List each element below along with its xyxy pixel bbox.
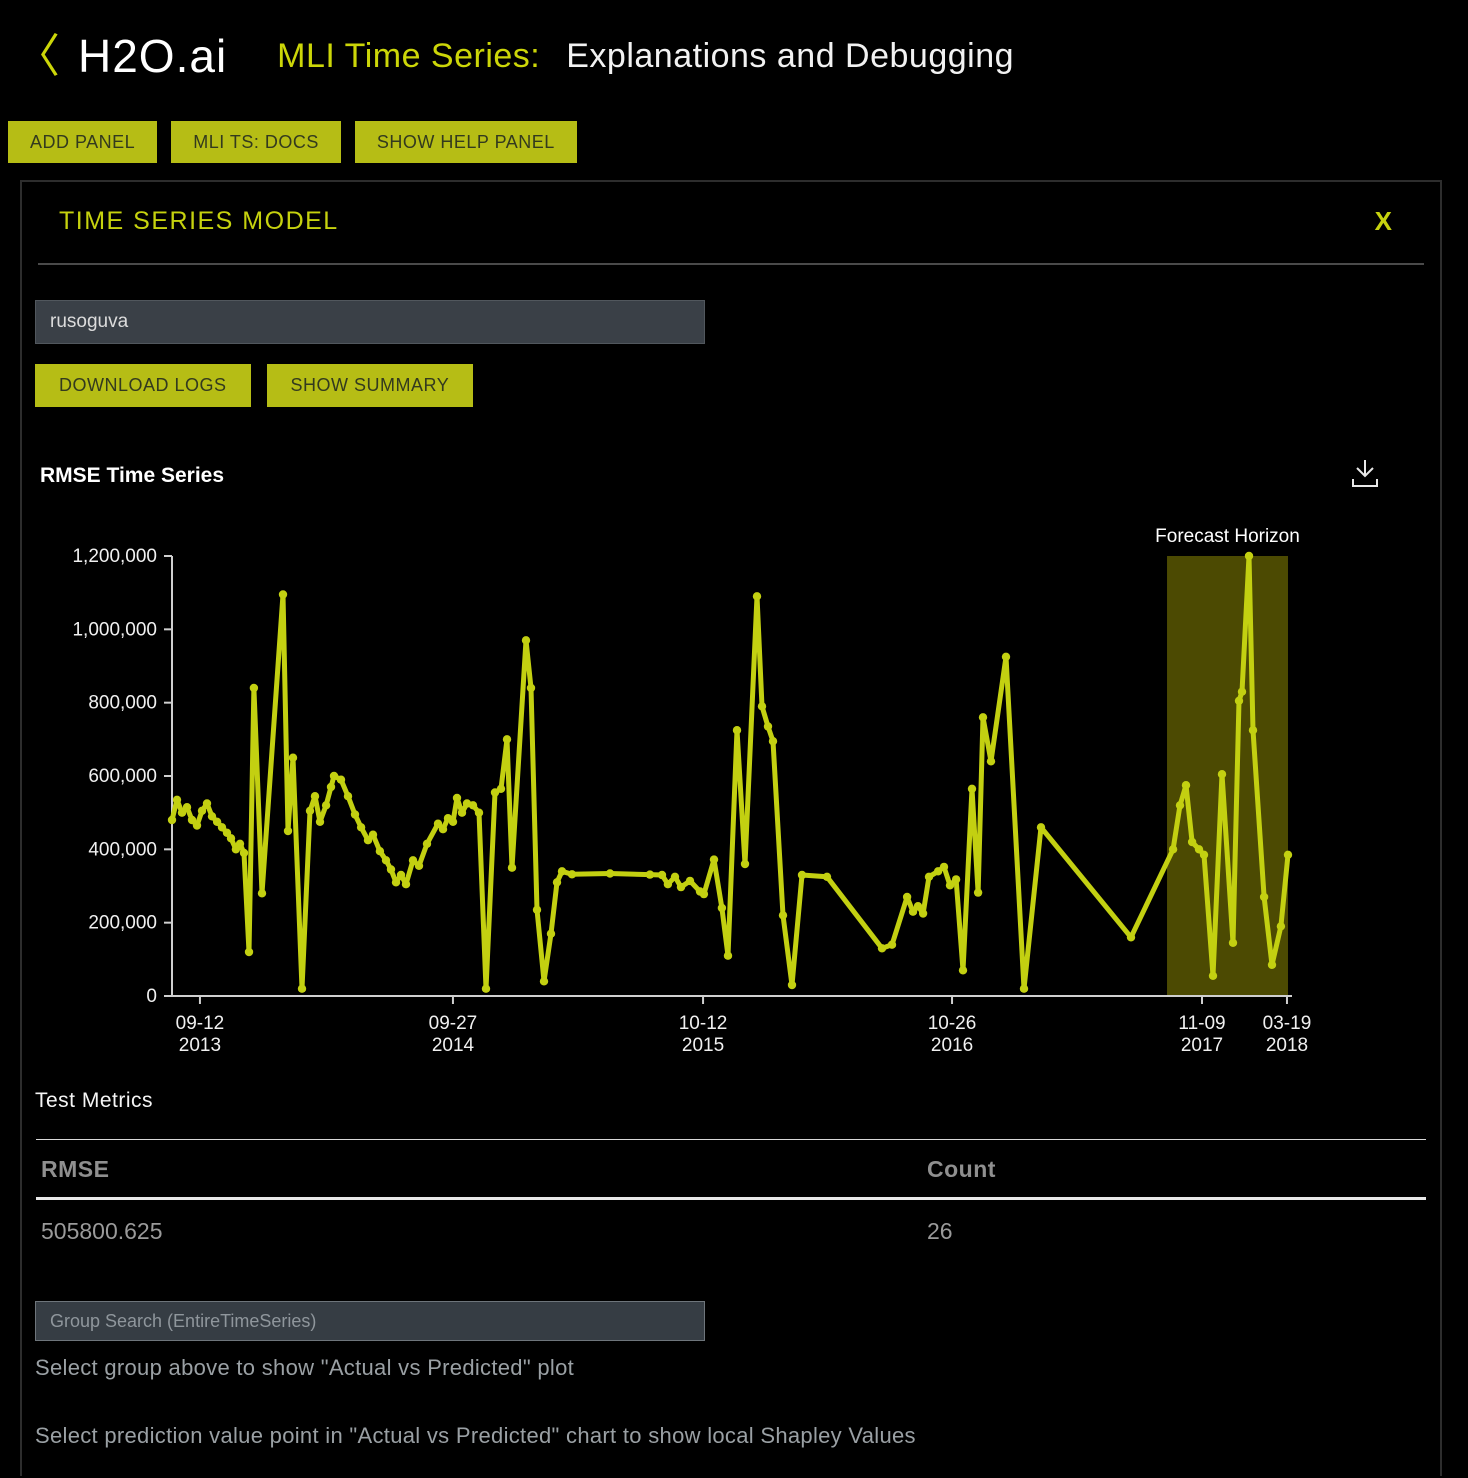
svg-text:10-12: 10-12 [679,1013,728,1034]
svg-text:200,000: 200,000 [88,913,157,934]
svg-text:09-12: 09-12 [176,1013,225,1034]
brand-logo: H2O.ai [78,29,227,83]
svg-text:2018: 2018 [1266,1035,1308,1056]
metrics-table: RMSE Count 505800.625 26 [22,1139,1440,1259]
download-logs-button[interactable]: DOWNLOAD LOGS [35,364,251,407]
app-header: 〈 H2O.ai MLI Time Series: Explanations a… [0,0,1468,112]
svg-text:Forecast Horizon: Forecast Horizon [1155,526,1300,547]
mli-ts-docs-button[interactable]: MLI TS: DOCS [171,121,341,163]
column-header-rmse: RMSE [41,1156,927,1183]
svg-text:03-19: 03-19 [1263,1013,1312,1034]
panel-header: TIME SERIES MODEL X [22,182,1440,237]
time-series-model-panel: TIME SERIES MODEL X DOWNLOAD LOGS SHOW S… [20,180,1442,1476]
app-title: MLI Time Series: [277,37,540,76]
top-toolbar: ADD PANEL MLI TS: DOCS SHOW HELP PANEL [0,121,1468,163]
svg-text:600,000: 600,000 [88,766,157,787]
panel-divider [38,263,1424,265]
svg-text:10-26: 10-26 [928,1013,977,1034]
svg-text:09-27: 09-27 [429,1013,478,1034]
svg-text:11-09: 11-09 [1178,1013,1225,1034]
svg-text:1,000,000: 1,000,000 [72,619,157,640]
chart-title: RMSE Time Series [40,464,224,488]
group-search-input[interactable] [35,1301,705,1341]
svg-text:1,200,000: 1,200,000 [72,546,157,567]
svg-text:2016: 2016 [931,1035,973,1056]
model-name-input[interactable] [35,300,705,344]
svg-text:2014: 2014 [432,1035,475,1056]
column-header-count: Count [927,1156,1440,1183]
select-group-hint: Select group above to show "Actual vs Pr… [35,1355,1440,1381]
svg-text:400,000: 400,000 [88,839,157,860]
count-value: 26 [927,1218,1440,1245]
svg-text:2017: 2017 [1181,1035,1223,1056]
select-prediction-hint: Select prediction value point in "Actual… [35,1423,1440,1449]
app-subtitle: Explanations and Debugging [566,37,1014,76]
show-help-panel-button[interactable]: SHOW HELP PANEL [355,121,577,163]
svg-text:800,000: 800,000 [88,693,157,714]
svg-text:2013: 2013 [179,1035,221,1056]
panel-title: TIME SERIES MODEL [59,207,339,236]
table-header-row: RMSE Count [22,1140,1440,1197]
rmse-value: 505800.625 [41,1218,927,1245]
table-row: 505800.625 26 [22,1200,1440,1259]
rmse-time-series-chart[interactable]: Forecast Horizon 0 200,000 400,000 600,000 80… [22,509,1440,1069]
svg-text:2015: 2015 [682,1035,724,1056]
add-panel-button[interactable]: ADD PANEL [8,121,157,163]
close-panel-button[interactable]: X [1375,206,1392,237]
svg-text:0: 0 [146,986,157,1007]
back-button[interactable]: 〈 [14,33,60,79]
panel-actions: DOWNLOAD LOGS SHOW SUMMARY [35,364,1440,407]
metrics-heading: Test Metrics [35,1089,1440,1113]
chart-header: RMSE Time Series [40,455,1380,497]
download-chart-icon[interactable] [1350,458,1380,495]
show-summary-button[interactable]: SHOW SUMMARY [267,364,474,407]
